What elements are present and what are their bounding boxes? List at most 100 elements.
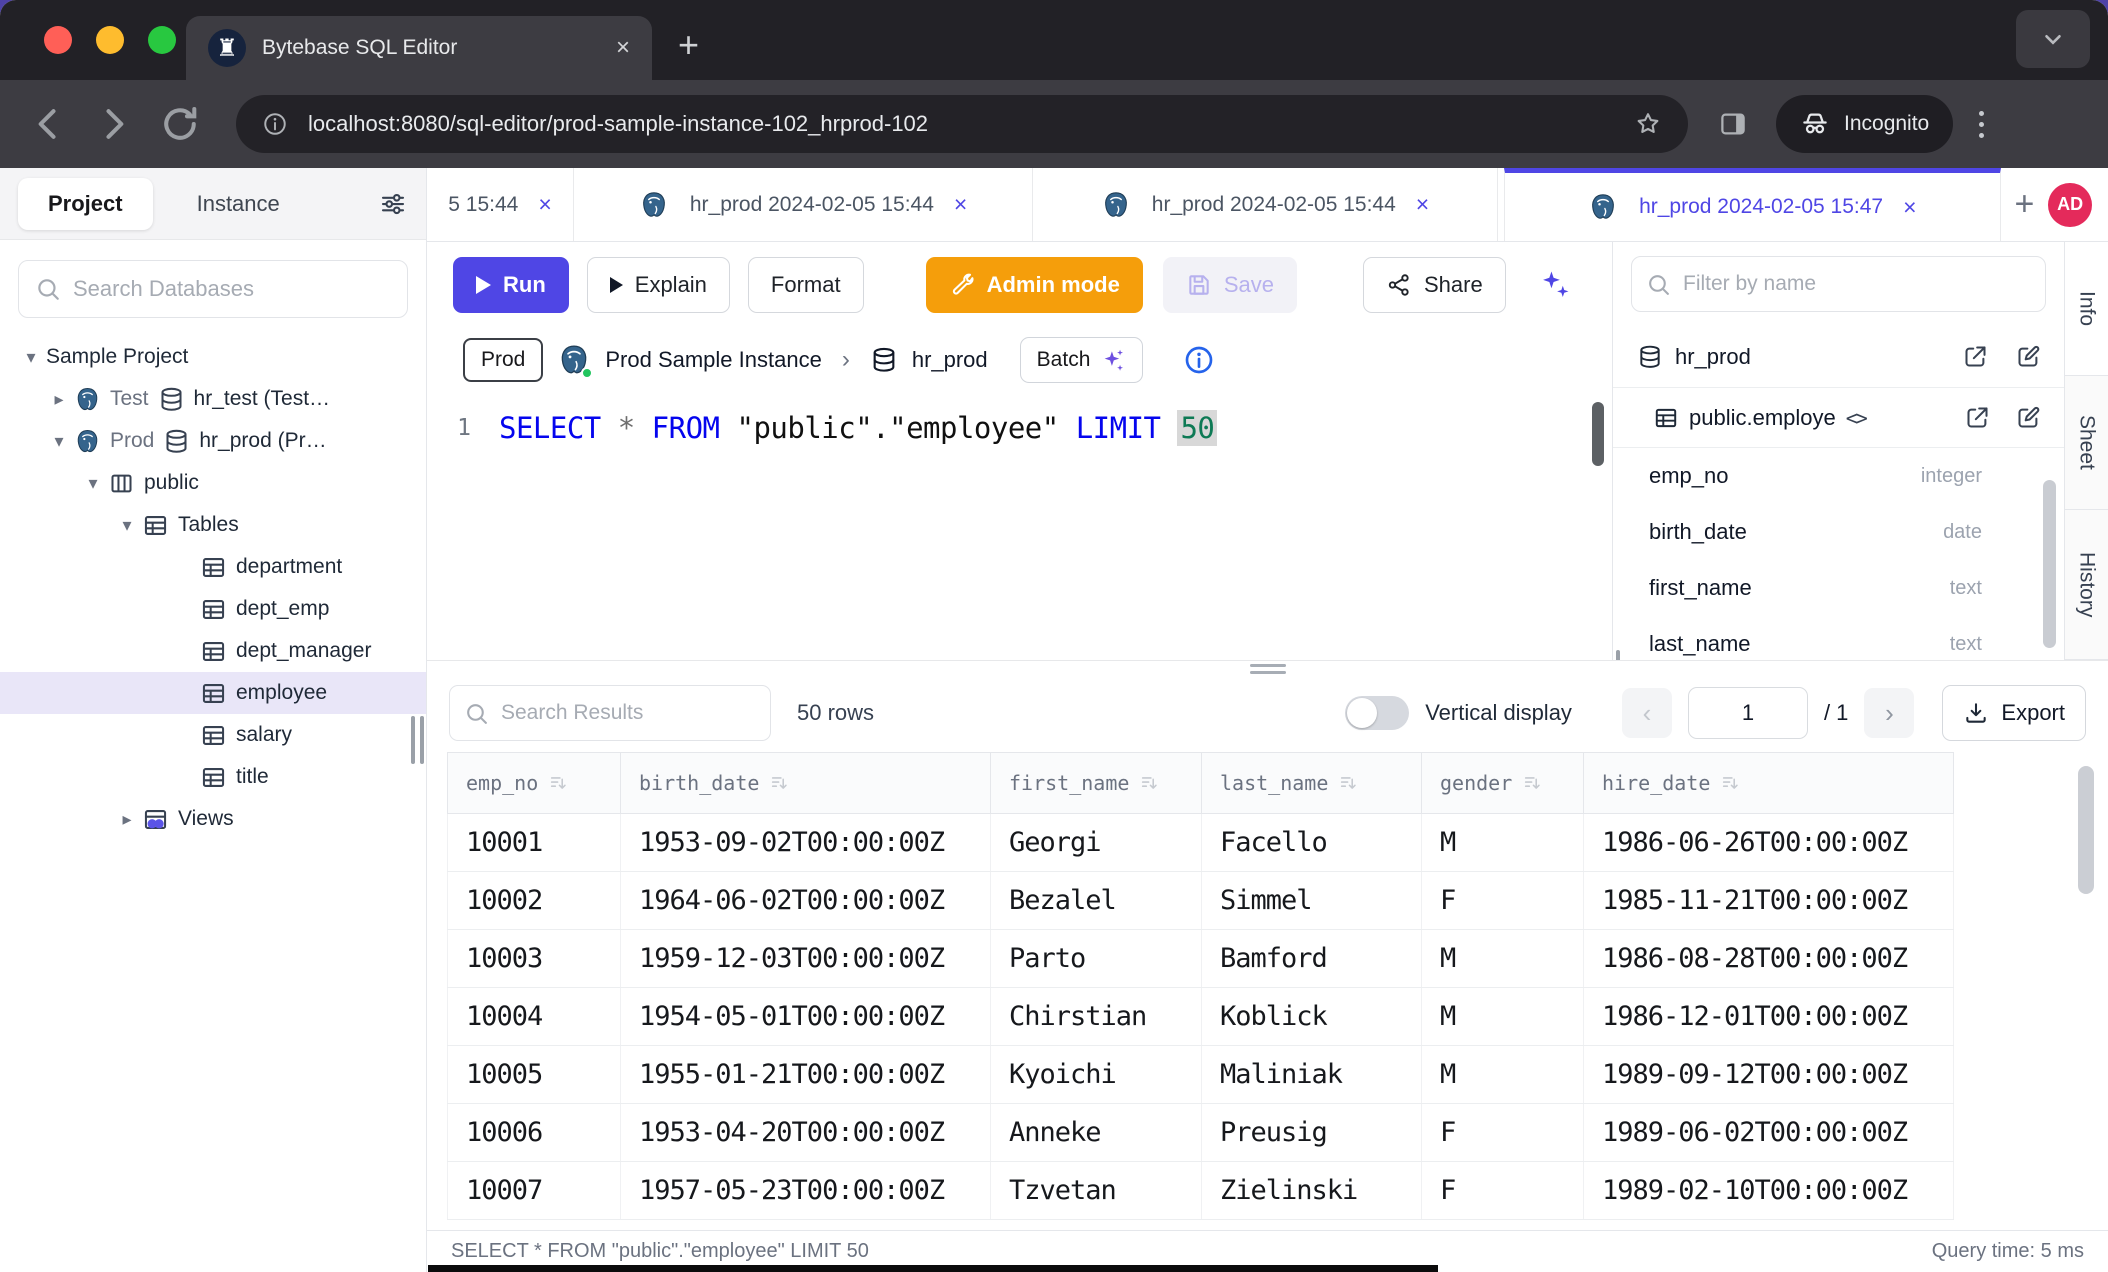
back-button[interactable] <box>26 102 70 146</box>
maximize-window-button[interactable] <box>148 26 176 54</box>
instance-name[interactable]: Prod Sample Instance <box>605 347 821 373</box>
close-worksheet-icon[interactable]: × <box>538 191 551 218</box>
sql-editor[interactable]: 1 SELECT * FROM "public"."employee" LIMI… <box>427 392 1612 660</box>
worksheet-tab-2[interactable]: hr_prod 2024-02-05 15:44× <box>574 168 1033 241</box>
vertical-display-toggle[interactable] <box>1345 696 1409 730</box>
schema-database-row[interactable]: hr_prod <box>1613 326 2064 388</box>
search-results-input[interactable] <box>501 701 756 725</box>
panel-resize-handle[interactable] <box>1612 650 1620 660</box>
editor-scrollbar[interactable] <box>1592 402 1604 466</box>
run-button[interactable]: Run <box>453 257 569 313</box>
close-worksheet-icon[interactable]: × <box>1903 194 1916 221</box>
prev-page-button[interactable]: ‹ <box>1622 688 1672 738</box>
column-row-last-name[interactable]: last_nametext <box>1613 616 2064 660</box>
filter-settings-icon[interactable] <box>378 189 408 219</box>
column-row-emp-no[interactable]: emp_nointeger <box>1613 448 2064 504</box>
export-button[interactable]: Export <box>1942 685 2086 741</box>
edit-icon[interactable] <box>2015 404 2042 431</box>
tree-item-dept-emp[interactable]: dept_emp <box>0 588 426 630</box>
close-window-button[interactable] <box>44 26 72 54</box>
url-bar[interactable]: localhost:8080/sql-editor/prod-sample-in… <box>236 95 1688 153</box>
database-name[interactable]: hr_prod <box>912 347 988 373</box>
browser-tab[interactable]: ♜ Bytebase SQL Editor × <box>186 16 652 80</box>
caret-down-icon[interactable]: ▾ <box>44 431 74 452</box>
caret-right-icon[interactable]: ▸ <box>112 809 142 830</box>
batch-mode-chip[interactable]: Batch <box>1020 337 1144 383</box>
tab-project[interactable]: Project <box>18 178 153 230</box>
tree-item-views[interactable]: ▸Views <box>0 798 426 840</box>
tree-item-department[interactable]: department <box>0 546 426 588</box>
tree-item-public[interactable]: ▾public <box>0 462 426 504</box>
edit-icon[interactable] <box>2015 343 2042 370</box>
tree-item-dept-manager[interactable]: dept_manager <box>0 630 426 672</box>
schema-filter[interactable] <box>1631 256 2046 312</box>
external-link-icon[interactable] <box>1962 343 1989 370</box>
admin-mode-button[interactable]: Admin mode <box>926 257 1143 313</box>
worksheet-tab-1[interactable]: 5 15:44× <box>427 168 574 241</box>
tree-item-employee[interactable]: employee <box>0 672 426 714</box>
tab-instance[interactable]: Instance <box>197 191 280 217</box>
column-header-emp-no[interactable]: emp_no <box>447 753 621 813</box>
caret-down-icon[interactable]: ▾ <box>112 515 142 536</box>
sidebar-resize-handle[interactable] <box>411 716 424 764</box>
close-worksheet-icon[interactable]: × <box>954 191 967 218</box>
tree-item-hr-prod-pr[interactable]: ▾Prodhr_prod (Pr… <box>0 420 426 462</box>
column-header-gender[interactable]: gender <box>1422 753 1584 813</box>
column-header-last-name[interactable]: last_name <box>1202 753 1422 813</box>
schema-table-row[interactable]: public.employe <> <box>1613 388 2064 448</box>
save-button[interactable]: Save <box>1163 257 1297 313</box>
info-icon[interactable] <box>1183 344 1215 376</box>
close-worksheet-icon[interactable]: × <box>1416 191 1429 218</box>
side-tab-info[interactable]: Info <box>2065 242 2108 376</box>
side-tab-history[interactable]: History <box>2065 510 2108 660</box>
worksheet-tab-3[interactable]: hr_prod 2024-02-05 15:44× <box>1033 168 1498 241</box>
bookmark-star-icon[interactable] <box>1634 110 1662 138</box>
site-info-icon[interactable] <box>262 111 288 137</box>
next-page-button[interactable]: › <box>1864 688 1914 738</box>
results-scrollbar[interactable] <box>2078 766 2094 894</box>
ai-sparkles-icon[interactable] <box>1538 268 1572 302</box>
caret-down-icon[interactable]: ▾ <box>16 347 46 368</box>
sort-icon[interactable] <box>548 772 570 794</box>
tree-item-title[interactable]: title <box>0 756 426 798</box>
external-link-icon[interactable] <box>1964 404 1991 431</box>
tab-search-button[interactable] <box>2016 10 2090 68</box>
sort-icon[interactable] <box>769 772 791 794</box>
caret-down-icon[interactable]: ▾ <box>78 473 108 494</box>
close-tab-icon[interactable]: × <box>616 34 630 62</box>
column-row-birth-date[interactable]: birth_datedate <box>1613 504 2064 560</box>
reload-button[interactable] <box>158 102 202 146</box>
caret-right-icon[interactable]: ▸ <box>44 389 74 410</box>
page-number-input[interactable] <box>1688 687 1808 739</box>
sort-icon[interactable] <box>1720 772 1742 794</box>
results-search[interactable] <box>449 685 771 741</box>
new-worksheet-button[interactable]: + <box>2001 168 2049 241</box>
column-header-birth-date[interactable]: birth_date <box>621 753 991 813</box>
browser-menu-button[interactable] <box>1979 111 1984 138</box>
filter-by-name-input[interactable] <box>1683 272 2031 296</box>
splitter-handle-icon[interactable] <box>1250 664 1286 674</box>
database-search[interactable] <box>18 260 408 318</box>
forward-button[interactable] <box>92 102 136 146</box>
format-button[interactable]: Format <box>748 257 864 313</box>
sort-icon[interactable] <box>1522 772 1544 794</box>
column-header-first-name[interactable]: first_name <box>991 753 1202 813</box>
worksheet-tab-4[interactable]: hr_prod 2024-02-05 15:47× <box>1504 168 2001 241</box>
sort-icon[interactable] <box>1139 772 1161 794</box>
share-button[interactable]: Share <box>1363 257 1506 313</box>
schema-scrollbar[interactable] <box>2043 480 2056 648</box>
search-databases-input[interactable] <box>73 276 391 302</box>
pane-splitter[interactable] <box>427 660 2108 674</box>
code-icon[interactable]: <> <box>1846 406 1866 430</box>
user-avatar[interactable]: AD <box>2048 183 2092 227</box>
side-panel-icon[interactable] <box>1718 109 1748 139</box>
minimize-window-button[interactable] <box>96 26 124 54</box>
new-tab-button[interactable]: + <box>678 24 699 66</box>
tree-item-hr-test-test[interactable]: ▸Testhr_test (Test… <box>0 378 426 420</box>
tree-item-salary[interactable]: salary <box>0 714 426 756</box>
side-tab-sheet[interactable]: Sheet <box>2065 376 2108 510</box>
column-header-hire-date[interactable]: hire_date <box>1584 753 1954 813</box>
tree-item-tables[interactable]: ▾Tables <box>0 504 426 546</box>
tree-item-sample-project[interactable]: ▾Sample Project <box>0 336 426 378</box>
explain-button[interactable]: Explain <box>587 257 730 313</box>
